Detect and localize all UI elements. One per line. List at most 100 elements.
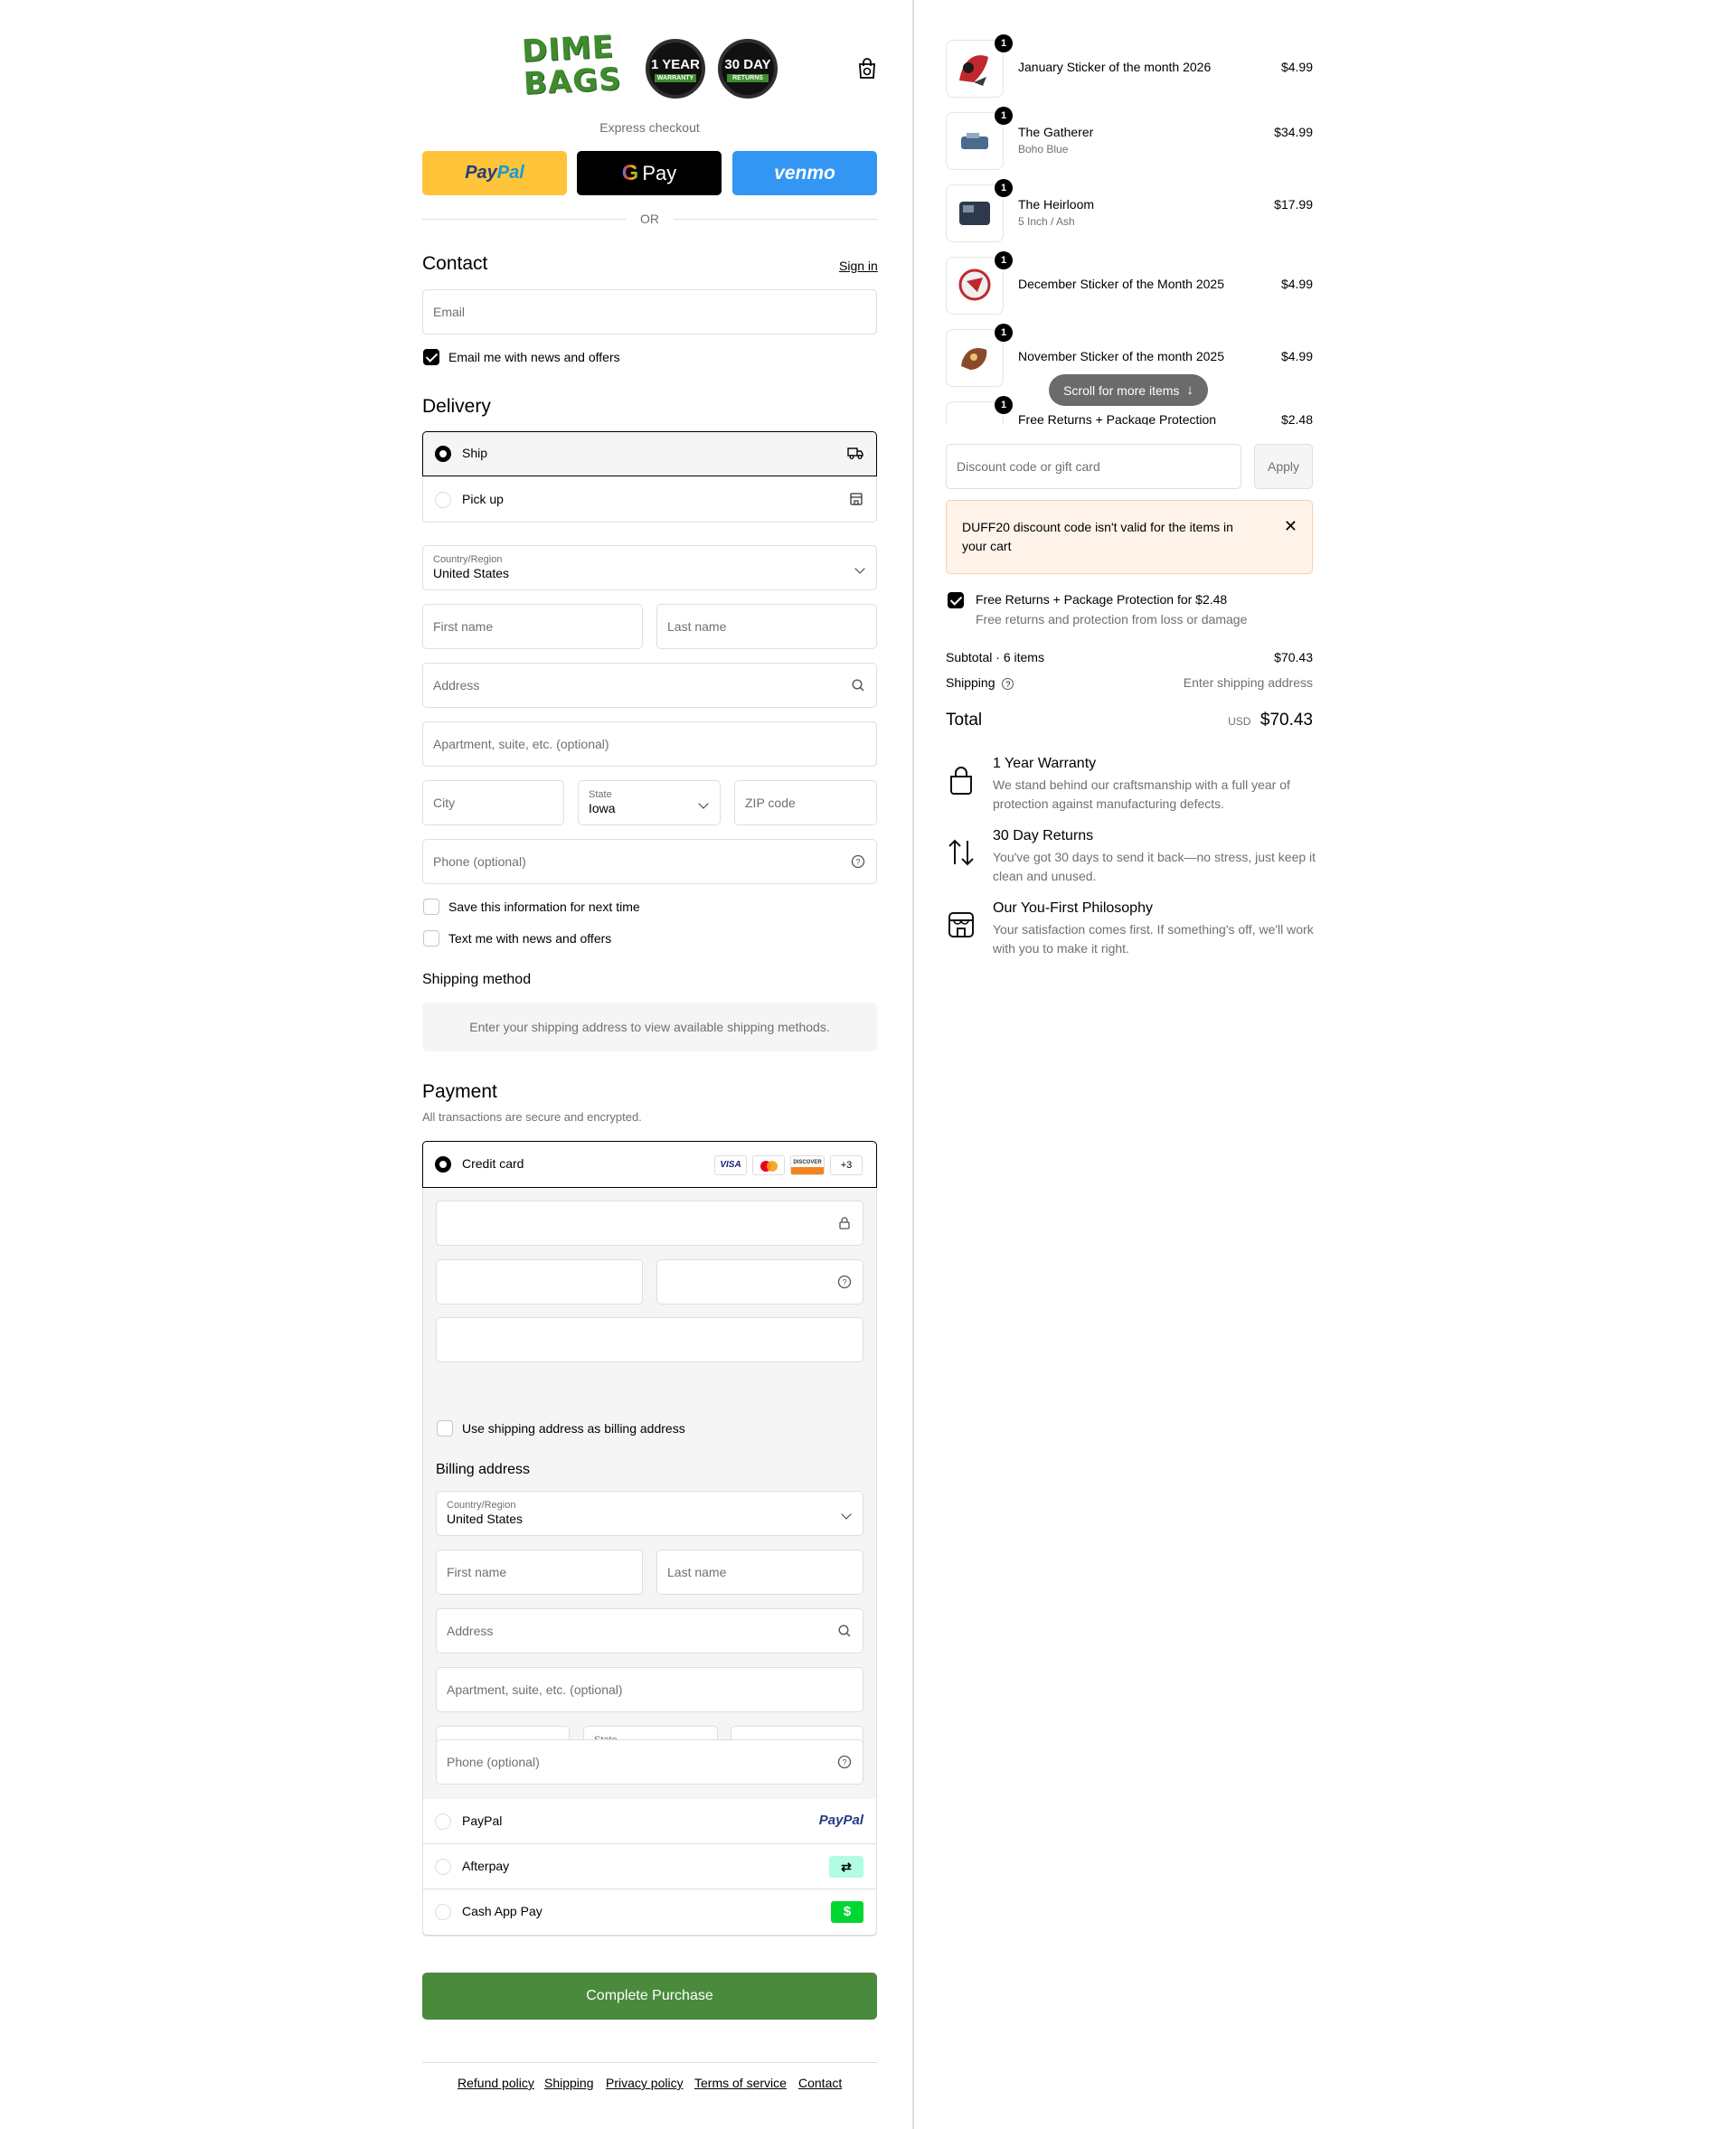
ship-radio[interactable] — [435, 446, 451, 462]
product-thumbnail: 1 — [946, 34, 1013, 98]
credit-card-option[interactable]: Credit card VISA DISCOVER +3 — [422, 1141, 877, 1188]
product-thumbnail: 1 — [946, 179, 1013, 242]
visa-icon: VISA — [714, 1155, 747, 1175]
discount-error-notice: DUFF20 discount code isn't valid for the… — [946, 500, 1313, 574]
storefront-icon — [948, 912, 974, 937]
billing-last-name-field[interactable]: Last name — [656, 1550, 863, 1595]
complete-purchase-button[interactable]: Complete Purchase — [422, 1973, 877, 2020]
credit-card-radio[interactable] — [435, 1156, 451, 1173]
cashapp-radio[interactable] — [435, 1904, 451, 1920]
billing-address-field[interactable]: Address — [436, 1608, 863, 1653]
state-select[interactable]: State Iowa — [578, 780, 721, 825]
help-circle-icon[interactable]: ? — [851, 854, 865, 869]
subtotal-label: Subtotal · 6 items — [946, 650, 1044, 664]
contact-link[interactable]: Contact — [798, 2076, 842, 2090]
close-icon[interactable]: ✕ — [1284, 517, 1297, 536]
cashapp-label: Cash App Pay — [462, 1904, 542, 1918]
refund-policy-link[interactable]: Refund policy — [458, 2076, 534, 2090]
billing-first-name-field[interactable]: First name — [436, 1550, 643, 1595]
product-thumbnail: 1 — [946, 107, 1013, 170]
google-pay-button[interactable]: G Pay — [577, 151, 722, 195]
delivery-options: Ship Pick up — [422, 431, 877, 523]
protection-checkbox[interactable] — [948, 592, 964, 608]
swap-arrows-icon — [948, 839, 974, 866]
cart-items-list[interactable]: 1 January Sticker of the month 2026 $4.9… — [940, 27, 1320, 425]
store-icon — [850, 493, 863, 505]
email-field[interactable]: Email — [422, 289, 877, 334]
pickup-option[interactable]: Pick up — [423, 477, 876, 523]
alt-payment-methods: PayPal PayPal Afterpay ⇄ Cash App Pay $ — [422, 1799, 877, 1936]
ship-label: Ship — [462, 446, 488, 460]
logo-wordmark: DIME BAGS — [521, 28, 623, 103]
total-amount: USD $70.43 — [1228, 711, 1313, 730]
last-name-field[interactable]: Last name — [656, 604, 877, 649]
billing-phone-field[interactable]: Phone (optional) ? — [436, 1739, 863, 1785]
country-select[interactable]: Country/Region United States — [422, 545, 877, 590]
truck-icon — [847, 447, 863, 459]
paypal-logo-icon: PayPal — [818, 1813, 863, 1828]
credit-card-label: Credit card — [462, 1156, 524, 1171]
search-icon — [838, 1625, 851, 1637]
lock-icon — [839, 1217, 850, 1229]
protection-label: Free Returns + Package Protection for $2… — [976, 592, 1228, 607]
use-shipping-label: Use shipping address as billing address — [462, 1421, 685, 1436]
city-field[interactable]: City — [422, 780, 564, 825]
paypal-option[interactable]: PayPal PayPal — [423, 1799, 876, 1844]
mastercard-icon — [752, 1155, 785, 1175]
footer-divider — [422, 2062, 877, 2063]
paypal-express-button[interactable]: Pay Pal — [422, 151, 567, 195]
shipping-link[interactable]: Shipping — [544, 2076, 594, 2090]
shopping-bag-icon[interactable] — [857, 58, 877, 80]
help-circle-icon[interactable]: ? — [837, 1755, 852, 1769]
philosophy-feature: Our You-First Philosophy Your satisfacti… — [946, 900, 1314, 964]
paypal-label: PayPal — [462, 1813, 503, 1828]
paypal-radio[interactable] — [435, 1813, 451, 1830]
zip-field[interactable]: ZIP code — [734, 780, 877, 825]
product-thumbnail: 1 — [946, 251, 1013, 315]
afterpay-option[interactable]: Afterpay ⇄ — [423, 1844, 876, 1889]
search-icon — [852, 679, 864, 692]
phone-field[interactable]: Phone (optional) ? — [422, 839, 877, 884]
svg-text:?: ? — [842, 1758, 846, 1767]
billing-apartment-field[interactable]: Apartment, suite, etc. (optional) — [436, 1667, 863, 1712]
svg-text:?: ? — [842, 1278, 846, 1287]
help-circle-icon[interactable]: ? — [1002, 677, 1014, 690]
sign-in-link[interactable]: Sign in — [839, 259, 878, 273]
subtotal-value: $70.43 — [1274, 650, 1313, 664]
pickup-radio[interactable] — [435, 492, 451, 508]
card-expiry-field[interactable] — [436, 1259, 643, 1305]
apply-discount-button[interactable]: Apply — [1254, 444, 1313, 489]
discover-icon: DISCOVER — [790, 1155, 825, 1175]
card-cvv-field[interactable]: ? — [656, 1259, 863, 1305]
email-news-checkbox[interactable] — [423, 349, 439, 365]
cashapp-option[interactable]: Cash App Pay $ — [423, 1889, 876, 1935]
use-shipping-checkbox[interactable] — [437, 1420, 453, 1437]
apartment-field[interactable]: Apartment, suite, etc. (optional) — [422, 721, 877, 767]
discount-code-field[interactable]: Discount code or gift card — [946, 444, 1241, 489]
afterpay-label: Afterpay — [462, 1859, 510, 1873]
contact-heading: Contact — [422, 253, 488, 274]
address-field[interactable]: Address — [422, 663, 877, 708]
payment-subtitle: All transactions are secure and encrypte… — [422, 1110, 642, 1124]
save-info-checkbox[interactable] — [423, 899, 439, 915]
chevron-down-icon — [841, 1509, 852, 1520]
name-on-card-field[interactable] — [436, 1317, 863, 1362]
store-logo[interactable]: DIME BAGS 1 YEAR WARRANTY 30 DAY RETURNS — [521, 28, 780, 105]
scroll-more-button[interactable]: Scroll for more items ↓ — [1049, 374, 1208, 406]
privacy-policy-link[interactable]: Privacy policy — [606, 2076, 684, 2090]
cart-item: 1 December Sticker of the Month 2025 $4.… — [946, 251, 1313, 315]
venmo-button[interactable]: venmo — [732, 151, 877, 195]
text-news-checkbox[interactable] — [423, 930, 439, 947]
warranty-feature: 1 Year Warranty We stand behind our craf… — [946, 756, 1313, 819]
first-name-field[interactable]: First name — [422, 604, 643, 649]
afterpay-logo-icon: ⇄ — [829, 1856, 863, 1878]
billing-country-select[interactable]: Country/Region United States — [436, 1491, 863, 1536]
card-number-field[interactable] — [436, 1201, 863, 1246]
returns-badge: 30 DAY RETURNS — [718, 39, 778, 99]
help-circle-icon[interactable]: ? — [837, 1275, 852, 1289]
protection-description: Free returns and protection from loss or… — [976, 612, 1248, 626]
warranty-badge: 1 YEAR WARRANTY — [646, 39, 705, 99]
ship-option[interactable]: Ship — [422, 431, 877, 476]
terms-of-service-link[interactable]: Terms of service — [694, 2076, 787, 2090]
afterpay-radio[interactable] — [435, 1859, 451, 1875]
